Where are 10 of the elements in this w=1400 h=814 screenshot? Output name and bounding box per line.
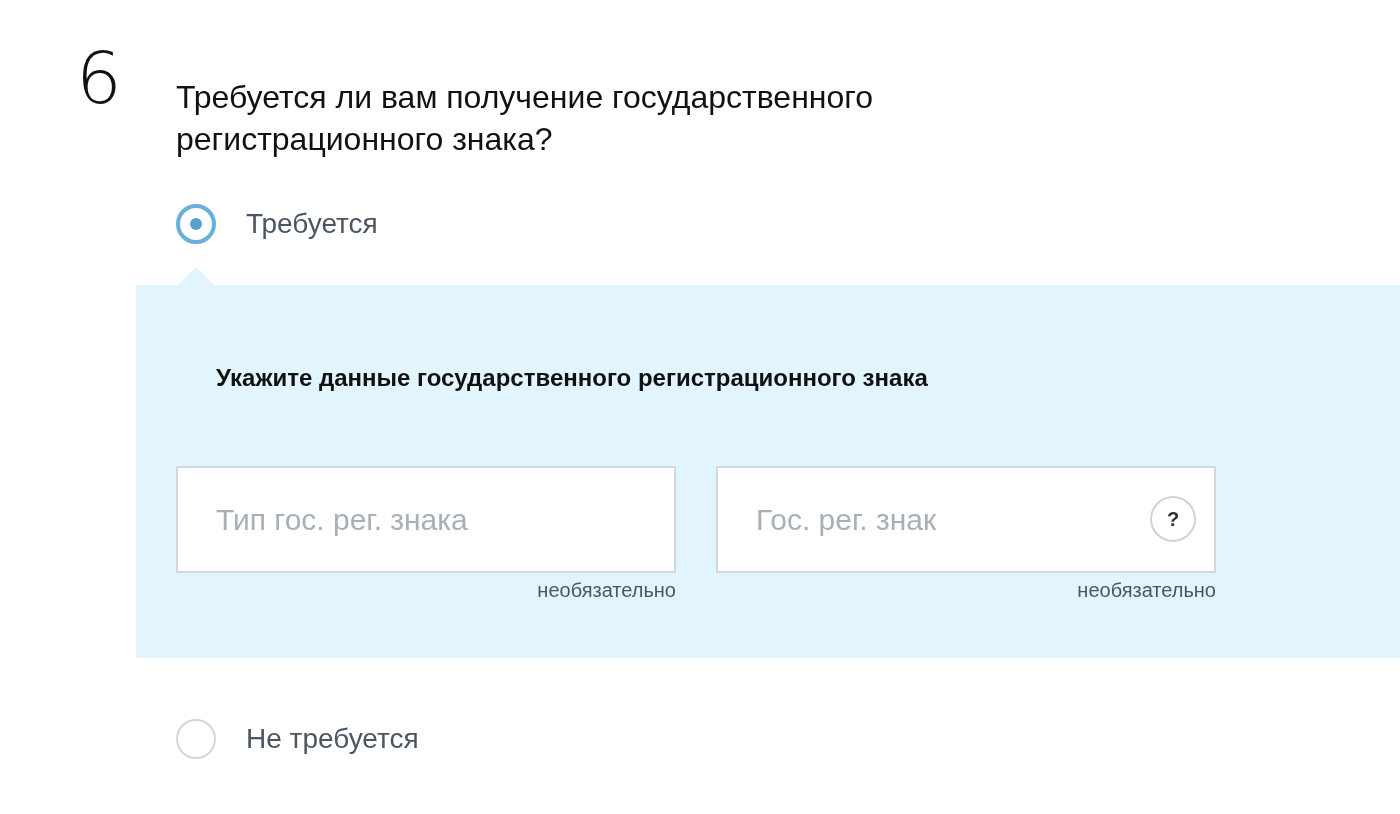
optional-note: необязательно	[537, 579, 676, 602]
question-title: Требуется ли вам получение государственного регистрационного знака?	[176, 78, 875, 159]
input-field[interactable]: Тип гос. рег. знака	[176, 466, 676, 573]
section-heading: Укажите данные государственного регистрационного знака	[215, 363, 929, 393]
radio-button[interactable]	[176, 204, 216, 244]
option-label: Требуется	[246, 208, 378, 240]
option-label: Не требуется	[246, 723, 419, 755]
radio-button[interactable]	[176, 719, 216, 759]
step-number: 6	[75, 42, 123, 114]
optional-note: необязательно	[1077, 579, 1216, 602]
